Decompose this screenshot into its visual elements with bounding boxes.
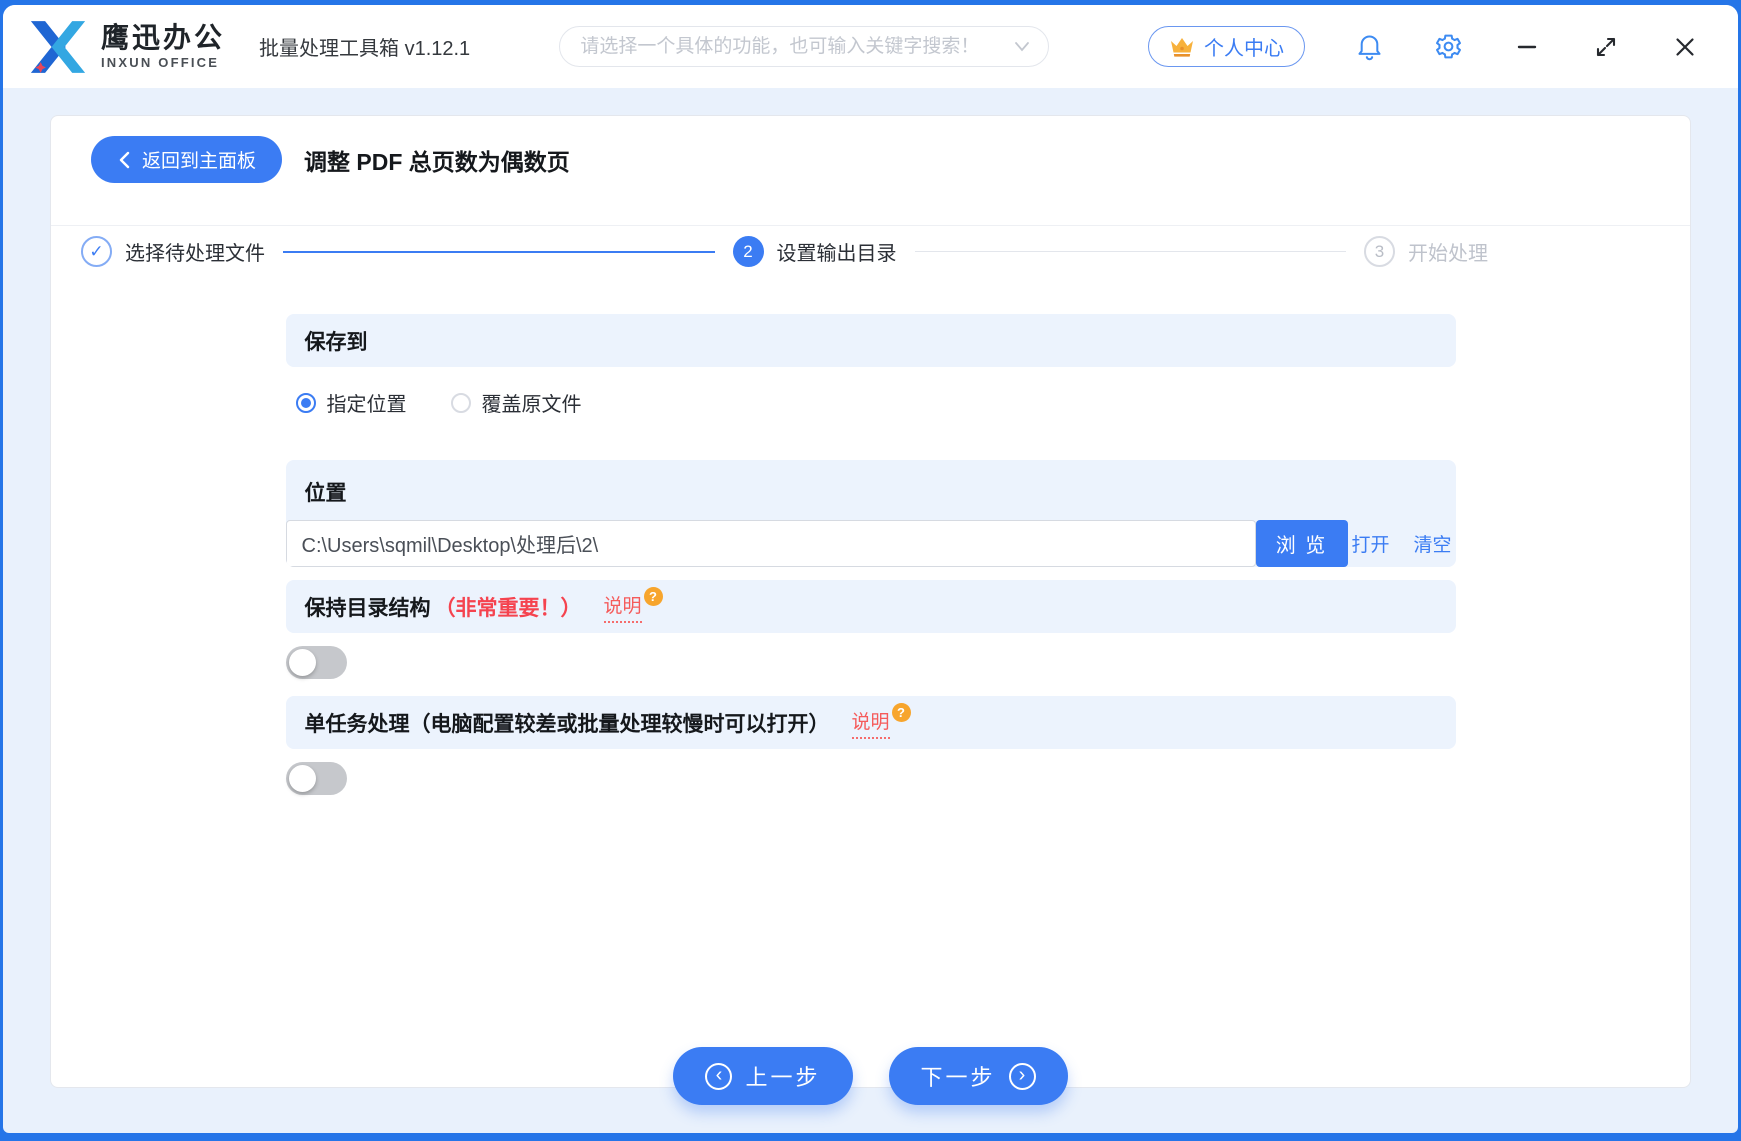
brand-block: 鹰迅办公 INXUN OFFICE xyxy=(101,23,225,69)
step-set-output: 2 设置输出目录 xyxy=(732,236,897,267)
settings-button[interactable] xyxy=(1433,32,1463,62)
search-input[interactable] xyxy=(578,34,1005,59)
step-2-label: 设置输出目录 xyxy=(776,243,897,265)
location-row: 浏 览 打开 清空 xyxy=(285,520,1456,567)
back-to-dashboard-button[interactable]: 返回到主面板 xyxy=(91,136,283,183)
single-task-toggle[interactable] xyxy=(285,762,347,795)
question-mark-icon: ? xyxy=(643,586,663,606)
user-center-button[interactable]: 个人中心 xyxy=(1148,26,1305,67)
keep-structure-section-header: 保持目录结构 （非常重要！） 说明 ? xyxy=(285,580,1456,633)
gear-icon xyxy=(1435,34,1461,59)
card-header: 返回到主面板 调整 PDF 总页数为偶数页 xyxy=(51,116,1690,225)
output-path-input[interactable] xyxy=(285,520,1256,567)
crown-icon xyxy=(1171,37,1193,57)
app-title: 批量处理工具箱 v1.12.1 xyxy=(259,38,471,60)
close-icon xyxy=(1676,37,1694,56)
previous-step-label: 上一步 xyxy=(745,1065,821,1090)
radio-selected-icon xyxy=(295,392,316,413)
save-to-title: 保存到 xyxy=(304,330,368,354)
keep-structure-help-label: 说明 xyxy=(603,591,642,623)
location-links: 打开 清空 xyxy=(1348,520,1456,567)
maximize-icon xyxy=(1596,37,1616,56)
chevron-left-icon xyxy=(119,151,130,168)
title-bar: 鹰迅办公 INXUN OFFICE 批量处理工具箱 v1.12.1 个人中心 xyxy=(3,5,1738,88)
bell-icon xyxy=(1357,35,1381,61)
keep-structure-toggle[interactable] xyxy=(285,646,347,679)
keep-structure-toggle-row xyxy=(285,633,1456,696)
chevron-right-circle-icon: › xyxy=(1008,1062,1036,1090)
radio-unselected-icon xyxy=(450,392,471,413)
app-logo-icon xyxy=(30,20,86,73)
main-area: 返回到主面板 调整 PDF 总页数为偶数页 ✓ 选择待处理文件 2 设置输出目录 xyxy=(3,88,1738,1133)
brand-subtitle: INXUN OFFICE xyxy=(101,54,220,70)
browse-button[interactable]: 浏 览 xyxy=(1255,520,1348,567)
window-frame: 鹰迅办公 INXUN OFFICE 批量处理工具箱 v1.12.1 个人中心 xyxy=(0,0,1741,1141)
form-content: 保存到 指定位置 覆盖原文件 位置 C:\Users\sqmil\Desktop… xyxy=(285,314,1456,812)
back-button-label: 返回到主面板 xyxy=(142,151,257,172)
keep-structure-title: 保持目录结构 xyxy=(304,596,431,620)
step-select-files: ✓ 选择待处理文件 xyxy=(81,236,265,267)
question-mark-icon: ? xyxy=(891,702,911,722)
minimize-button[interactable] xyxy=(1512,32,1542,62)
clear-path-link[interactable]: 清空 xyxy=(1414,530,1452,557)
specify-location-radio[interactable]: 指定位置 xyxy=(295,388,407,417)
user-center-label: 个人中心 xyxy=(1204,38,1284,60)
single-task-section-header: 单任务处理（电脑配置较差或批量处理较慢时可以打开） 说明 ? xyxy=(285,696,1456,749)
step-start-processing: 3 开始处理 xyxy=(1364,236,1488,267)
specify-location-label: 指定位置 xyxy=(326,394,407,416)
step-connector-pending xyxy=(914,251,1346,252)
step-1-label: 选择待处理文件 xyxy=(125,243,265,265)
toggle-knob xyxy=(288,765,316,792)
previous-step-button[interactable]: ‹ 上一步 xyxy=(673,1047,853,1105)
save-to-options: 指定位置 覆盖原文件 xyxy=(286,367,1456,417)
notifications-button[interactable] xyxy=(1354,32,1384,62)
wizard-footer: ‹ 上一步 下一步 › xyxy=(51,1047,1690,1105)
location-title: 位置 xyxy=(304,482,347,505)
single-task-help-link[interactable]: 说明 ? xyxy=(851,702,911,739)
wizard-card: 返回到主面板 调整 PDF 总页数为偶数页 ✓ 选择待处理文件 2 设置输出目录 xyxy=(50,115,1691,1105)
keep-structure-help-link[interactable]: 说明 ? xyxy=(603,586,663,623)
step-1-check-icon: ✓ xyxy=(81,236,112,267)
overwrite-original-label: 覆盖原文件 xyxy=(481,394,582,416)
page-title: 调整 PDF 总页数为偶数页 xyxy=(304,148,570,175)
app-window: 鹰迅办公 INXUN OFFICE 批量处理工具箱 v1.12.1 个人中心 xyxy=(3,5,1738,1133)
step-connector-done xyxy=(283,250,715,253)
brand-name: 鹰迅办公 xyxy=(101,22,226,54)
maximize-button[interactable] xyxy=(1591,32,1621,62)
open-folder-link[interactable]: 打开 xyxy=(1351,530,1389,557)
single-task-toggle-row xyxy=(285,749,1456,812)
next-step-label: 下一步 xyxy=(920,1065,996,1090)
step-3-number: 3 xyxy=(1364,236,1395,267)
chevron-down-icon[interactable] xyxy=(1014,41,1030,53)
minimize-icon xyxy=(1517,45,1537,48)
function-search[interactable] xyxy=(559,26,1050,67)
step-3-label: 开始处理 xyxy=(1408,243,1488,265)
single-task-title: 单任务处理（电脑配置较差或批量处理较慢时可以打开） xyxy=(304,712,830,736)
step-2-number: 2 xyxy=(732,236,764,267)
close-button[interactable] xyxy=(1670,32,1700,62)
next-step-button[interactable]: 下一步 › xyxy=(888,1047,1068,1105)
step-indicator: ✓ 选择待处理文件 2 设置输出目录 3 开始处理 xyxy=(51,226,1518,267)
single-task-help-label: 说明 xyxy=(851,707,890,739)
location-section: 位置 浏 览 打开 清空 xyxy=(285,460,1456,567)
keep-structure-warning: （非常重要！） xyxy=(434,596,582,620)
toggle-knob xyxy=(288,649,316,676)
overwrite-original-radio[interactable]: 覆盖原文件 xyxy=(450,388,582,417)
chevron-left-circle-icon: ‹ xyxy=(705,1062,733,1090)
save-to-section-header: 保存到 xyxy=(285,314,1456,367)
